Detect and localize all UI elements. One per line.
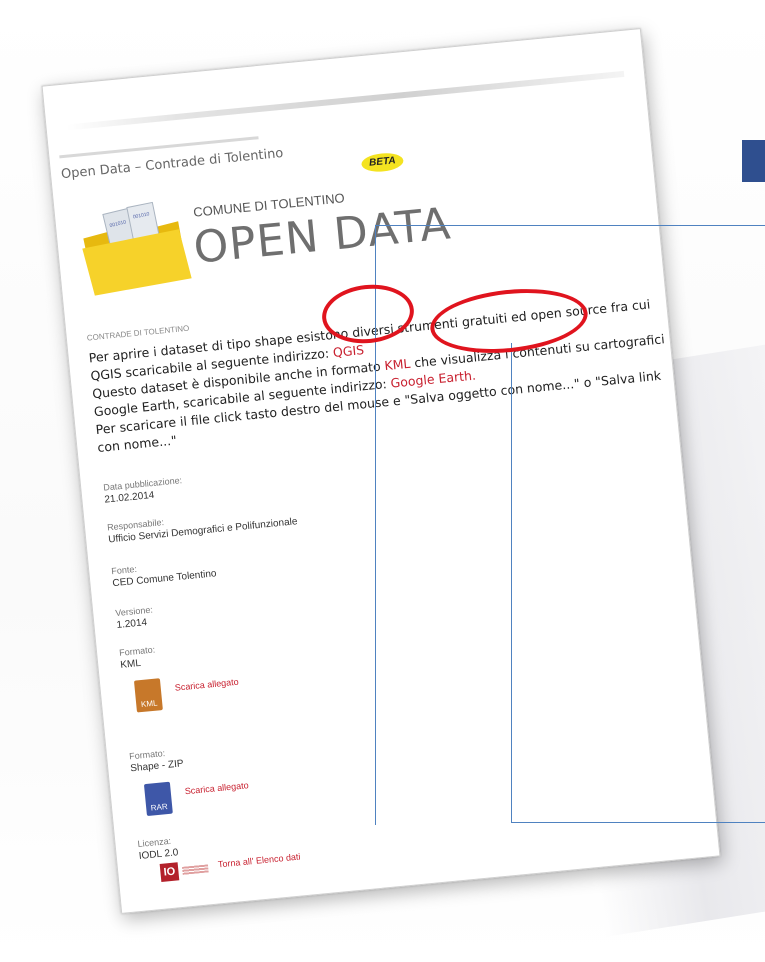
qgis-link[interactable]: QGIS (332, 342, 364, 360)
version-value: 1.2014 (116, 617, 148, 632)
source-label: Fonte: (110, 563, 138, 577)
publication-date-value: 21.02.2014 (103, 489, 155, 506)
format-value: KML (119, 657, 142, 671)
rar-file-icon[interactable]: RAR (143, 781, 173, 817)
license-value: IODL 2.0 (138, 847, 179, 862)
callout-outline-lower (511, 343, 765, 823)
back-to-list-link[interactable]: Torna all' Elenco dati (217, 852, 300, 870)
download-rar-link[interactable]: Scarica allegato (184, 780, 249, 796)
iodl-logo-text (182, 864, 209, 875)
kml-file-icon[interactable]: KML (133, 678, 163, 713)
download-kml-link[interactable]: Scarica allegato (174, 677, 239, 693)
accent-square (742, 140, 765, 182)
format-label: Formato: (118, 644, 156, 658)
page-top-bar (66, 70, 625, 131)
open-data-folder-icon: 001010 001010 (82, 201, 192, 296)
license-label: Licenza: (137, 835, 172, 850)
format-label: Formato: (128, 748, 166, 762)
version-label: Versione: (114, 604, 154, 619)
format-value: Shape - ZIP (129, 758, 185, 775)
section-header: CONTRADE DI TOLENTINO (86, 323, 190, 343)
iodl-license-logo: IO (159, 862, 180, 882)
beta-badge: BETA (360, 151, 405, 174)
